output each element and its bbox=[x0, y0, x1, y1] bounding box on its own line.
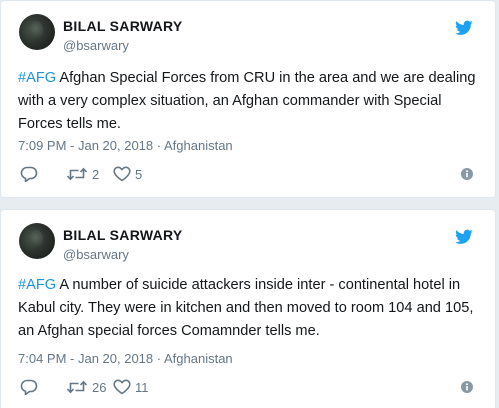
timestamp[interactable]: 7:04 PM - Jan 20, 2018 bbox=[18, 351, 153, 366]
tweet-text: #AFG A number of suicide attackers insid… bbox=[18, 274, 486, 343]
tweet-meta: 7:09 PM - Jan 20, 2018 · Afghanistan bbox=[18, 138, 233, 153]
avatar[interactable] bbox=[19, 14, 55, 50]
info-button[interactable] bbox=[461, 381, 473, 393]
twitter-bird-icon[interactable] bbox=[455, 20, 473, 36]
meta-separator: · bbox=[153, 138, 164, 153]
retweet-button[interactable]: 26 bbox=[66, 379, 106, 395]
heart-icon bbox=[113, 379, 131, 395]
author-name[interactable]: BILAL SARWARY bbox=[63, 227, 183, 243]
heart-icon bbox=[113, 166, 131, 182]
tweet-actions: 26 11 bbox=[18, 379, 478, 399]
tweet-card[interactable]: BILAL SARWARY @bsarwary #AFG A number of… bbox=[0, 209, 496, 408]
tweet-body: Afghan Special Forces from CRU in the ar… bbox=[18, 70, 476, 132]
reply-icon bbox=[20, 379, 38, 395]
info-icon bbox=[461, 168, 473, 180]
timestamp[interactable]: 7:09 PM - Jan 20, 2018 bbox=[18, 138, 153, 153]
reply-button[interactable] bbox=[20, 379, 38, 395]
tweet-meta: 7:04 PM - Jan 20, 2018 · Afghanistan bbox=[18, 351, 233, 366]
tweet-card[interactable]: BILAL SARWARY @bsarwary #AFG Afghan Spec… bbox=[0, 0, 496, 198]
info-button[interactable] bbox=[461, 168, 473, 180]
retweet-button[interactable]: 2 bbox=[66, 166, 99, 182]
reply-icon bbox=[20, 166, 38, 182]
location[interactable]: Afghanistan bbox=[164, 351, 233, 366]
hashtag-link[interactable]: #AFG bbox=[18, 277, 56, 293]
author-handle[interactable]: @bsarwary bbox=[63, 247, 129, 262]
like-count: 11 bbox=[135, 379, 149, 395]
author-name[interactable]: BILAL SARWARY bbox=[63, 18, 183, 34]
location[interactable]: Afghanistan bbox=[164, 138, 233, 153]
hashtag-link[interactable]: #AFG bbox=[18, 70, 56, 86]
like-button[interactable]: 5 bbox=[113, 166, 142, 182]
twitter-bird-icon[interactable] bbox=[455, 229, 473, 245]
retweet-count: 26 bbox=[92, 379, 107, 395]
info-icon bbox=[461, 381, 473, 393]
retweet-count: 2 bbox=[92, 166, 100, 182]
avatar[interactable] bbox=[19, 223, 55, 259]
tweet-body: A number of suicide attackers inside int… bbox=[18, 277, 474, 339]
tweet-text: #AFG Afghan Special Forces from CRU in t… bbox=[18, 67, 486, 136]
retweet-icon bbox=[66, 167, 88, 181]
meta-separator: · bbox=[153, 351, 164, 366]
like-button[interactable]: 11 bbox=[113, 379, 149, 395]
like-count: 5 bbox=[135, 166, 143, 182]
reply-button[interactable] bbox=[20, 166, 38, 182]
author-handle[interactable]: @bsarwary bbox=[63, 38, 129, 53]
retweet-icon bbox=[66, 380, 88, 394]
tweet-actions: 2 5 bbox=[18, 166, 478, 186]
